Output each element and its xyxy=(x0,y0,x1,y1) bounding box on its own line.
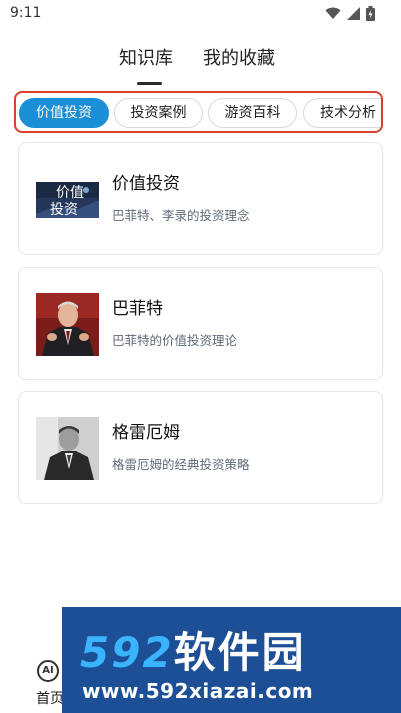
top-tabs: 知识库 我的收藏 xyxy=(0,44,401,86)
tab-my-favorites[interactable]: 我的收藏 xyxy=(203,44,275,70)
signal-icon xyxy=(347,7,360,20)
card-description: 巴菲特、李录的投资理念 xyxy=(112,208,250,223)
status-icons xyxy=(325,6,375,21)
buffett-photo xyxy=(36,293,99,356)
category-chip-bar: 价值投资 投资案例 游资百科 技术分析 xyxy=(14,91,383,133)
chip-investment-cases[interactable]: 投资案例 xyxy=(114,98,203,128)
status-time: 9:11 xyxy=(10,5,42,21)
watermark-brand-number: 592 xyxy=(80,628,174,677)
ai-home-icon: AI xyxy=(37,660,59,682)
thumbnail-text: 价值 投资 xyxy=(36,168,99,231)
article-card-graham[interactable]: 格雷厄姆 格雷厄姆的经典投资策略 xyxy=(18,391,383,504)
card-title: 价值投资 xyxy=(112,174,180,194)
watermark-brand-name: 软件园 xyxy=(173,628,306,677)
card-title: 巴菲特 xyxy=(112,299,163,319)
card-description: 巴菲特的价值投资理论 xyxy=(112,333,238,348)
value-investing-thumbnail: 价值 投资 xyxy=(36,168,99,231)
watermark-url: www.592xiazai.com xyxy=(82,679,314,703)
watermark-brand: 592软件园 xyxy=(80,619,306,680)
card-title: 格雷厄姆 xyxy=(112,423,180,443)
battery-icon xyxy=(366,6,375,21)
tab-knowledge-base[interactable]: 知识库 xyxy=(119,44,173,70)
wifi-icon xyxy=(325,7,341,20)
nav-home-label: 首页 xyxy=(36,691,64,707)
graham-photo xyxy=(36,417,99,480)
chip-value-investing[interactable]: 价值投资 xyxy=(19,98,109,128)
watermark-banner: 592软件园 www.592xiazai.com xyxy=(62,607,401,713)
thumbnail-line-2: 投资 xyxy=(50,202,78,218)
card-description: 格雷厄姆的经典投资策略 xyxy=(112,457,250,472)
chip-technical-analysis[interactable]: 技术分析 xyxy=(303,98,381,128)
active-tab-indicator xyxy=(137,82,162,85)
chip-hot-money-wiki[interactable]: 游资百科 xyxy=(208,98,297,128)
status-bar: 9:11 xyxy=(0,0,401,28)
article-card-buffett[interactable]: 巴菲特 巴菲特的价值投资理论 xyxy=(18,267,383,380)
article-card-value-investing[interactable]: 价值 投资 价值投资 巴菲特、李录的投资理念 xyxy=(18,142,383,255)
